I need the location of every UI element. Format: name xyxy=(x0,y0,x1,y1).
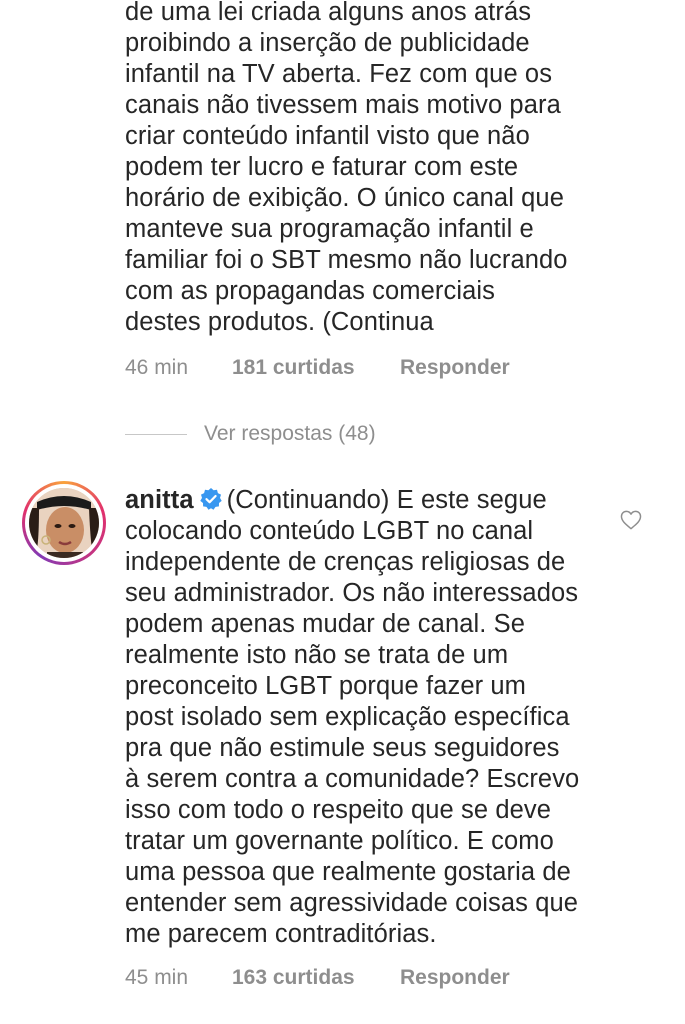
heart-outline-icon[interactable] xyxy=(620,510,642,530)
comment-body: anitta (Continuando) E este segue colocan… xyxy=(125,485,665,950)
comment-time: 45 min xyxy=(125,966,189,989)
avatar-portrait-icon xyxy=(29,488,99,558)
comment-text: de uma lei criada alguns anos atrás proi… xyxy=(125,0,568,336)
comment-time: 46 min xyxy=(125,356,189,379)
comment-likes-count[interactable]: 181 curtidas xyxy=(232,356,400,380)
comment-meta: 46 min 181 curtidas Responder xyxy=(125,356,510,380)
verified-badge-icon xyxy=(199,488,222,510)
view-replies-divider xyxy=(125,433,187,435)
comment-meta: 45 min 163 curtidas Responder xyxy=(125,966,510,990)
comment-username[interactable]: anitta xyxy=(125,486,194,514)
reply-button[interactable]: Responder xyxy=(400,356,510,380)
avatar[interactable] xyxy=(22,481,106,565)
avatar-image xyxy=(29,488,99,558)
view-replies-button[interactable]: Ver respostas (48) xyxy=(125,422,376,446)
reply-button[interactable]: Responder xyxy=(400,966,510,990)
view-replies-label: Ver respostas (48) xyxy=(204,422,376,445)
comment-likes-count[interactable]: 163 curtidas xyxy=(232,966,400,990)
comment-text: (Continuando) E este segue colocando con… xyxy=(125,486,580,948)
